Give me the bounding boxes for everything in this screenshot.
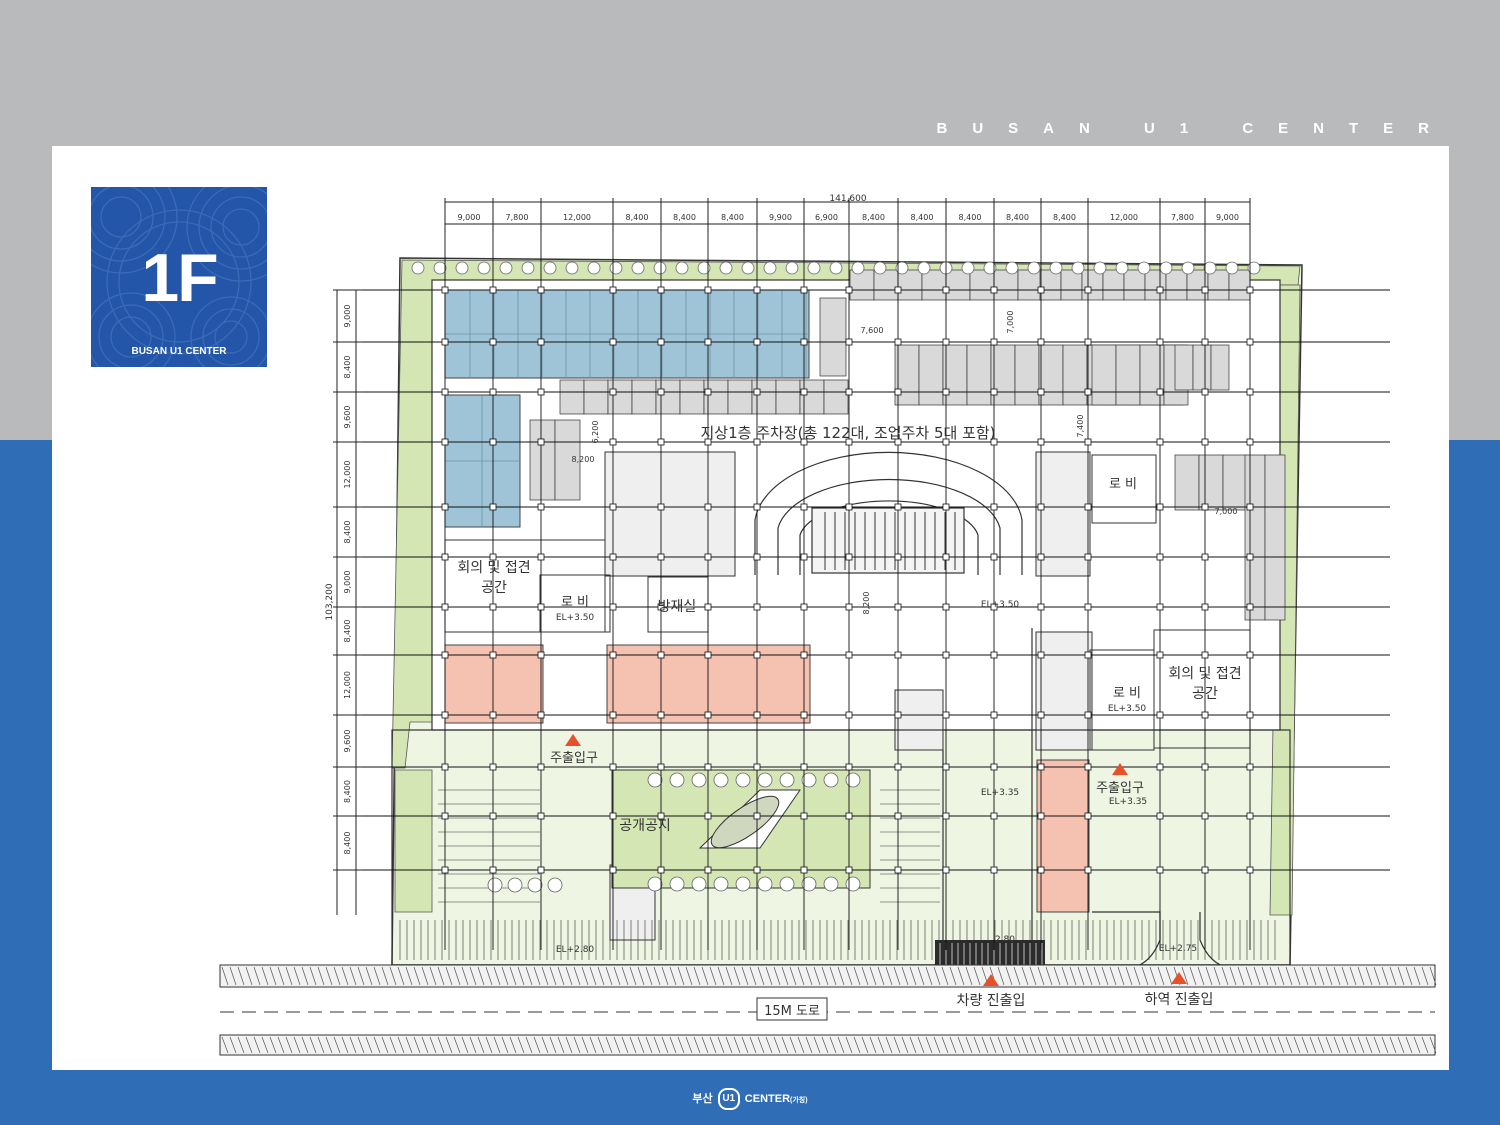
row-dimension: 9,600 [343,730,352,753]
main-entrance-east-label: 주출입구 [1096,781,1144,796]
column-dimension: 8,400 [1006,213,1029,222]
loading-entrance-label: 하역 진출입 [1145,992,1214,1008]
inner-dim: 8,200 [862,592,871,615]
meeting-room-east-label: 회의 및 접견 [1168,666,1241,682]
lobby-east-elevation: EL+3.50 [1108,704,1147,714]
row-dimension: 9,000 [343,571,352,594]
mid-elevation: EL+3.35 [981,788,1019,798]
inner-dim: 7,600 [861,326,884,335]
landscape-south-west [394,769,433,913]
floor-plan: 141,600 9,000 7,800 12,000 8,400 8,400 8,400 9… [219,194,1437,1056]
lobby-east-label: 로 비 [1113,686,1141,701]
column-dimension: 12,000 [563,213,591,222]
low-elevation-west: EL+2.80 [556,945,595,955]
footer-prefix: 부산 [692,1092,713,1105]
footer-name: CENTER [744,1092,791,1105]
road [219,964,1437,1056]
parking-label: 지상1층 주차장(총 122대, 조업주차 5대 포함) [700,424,995,442]
meeting-room-west-label: 회의 및 접견 [457,560,530,576]
row-dimension: 12,000 [343,461,352,489]
inner-dim: 8,200 [572,455,595,464]
column-dimension: 7,800 [506,213,529,222]
inner-dim: 7,000 [1215,507,1238,516]
core-south [894,689,944,751]
row-dimension: 12,000 [343,671,352,699]
row-dimension: 8,400 [343,356,352,379]
meeting-room-west-label-2: 공간 [481,580,507,596]
inner-dim: 7,400 [1076,415,1085,438]
column-dimension: 9,000 [458,213,481,222]
row-dimension: 9,000 [343,305,352,328]
disaster-room-label: 방재실 [658,599,697,615]
inner-dim: 7,000 [1006,311,1015,334]
column-dimension: 8,400 [862,213,885,222]
lobby-west-label: 로 비 [561,595,589,610]
meeting-room-east-label-2: 공간 [1192,686,1218,702]
row-dimension: 8,400 [343,832,352,855]
row-dimension: 8,400 [343,521,352,544]
column-dimension: 8,400 [1053,213,1076,222]
footer-logo: 부산 U1 CENTER(가칭) [0,1088,1500,1110]
column-dimension: 6,900 [815,213,838,222]
row-dimension: 9,600 [343,406,352,429]
low-elevation-center: 2.80 [995,935,1015,945]
main-entrance-west-label: 주출입구 [550,751,598,766]
main-entrance-east-elevation: EL+3.35 [1109,797,1147,807]
row-dimension: 8,400 [343,780,352,803]
column-dimension: 8,400 [626,213,649,222]
lobby-west-elevation: EL+3.50 [556,613,595,623]
footer-suffix: (가칭) [790,1096,808,1104]
footer-u1-logo: U1 [717,1088,740,1110]
road-label: 15M 도로 [764,1004,820,1019]
column-dimension: 9,000 [1216,213,1239,222]
inner-dim: 6,200 [591,421,600,444]
core-south-east [1035,631,1093,751]
low-elevation-east: EL+2.75 [1159,944,1197,954]
overall-depth-dim: 103,200 [325,583,335,620]
center-elevation: EL+3.50 [981,600,1020,610]
column-dimension: 8,400 [959,213,982,222]
column-dimension: 8,400 [721,213,744,222]
open-space-label: 공개공지 [619,818,671,834]
lobby-east-top-label: 로 비 [1109,477,1137,492]
overall-width-dim: 141,600 [829,194,866,204]
retail-block-3 [1036,759,1090,913]
column-dimension: 8,400 [911,213,934,222]
column-dimension: 9,900 [769,213,792,222]
row-dimension: 8,400 [343,620,352,643]
vehicle-entrance-label: 차량 진출입 [957,993,1026,1009]
column-dimension: 12,000 [1110,213,1138,222]
column-dimension: 7,800 [1171,213,1194,222]
column-dimension: 8,400 [673,213,696,222]
